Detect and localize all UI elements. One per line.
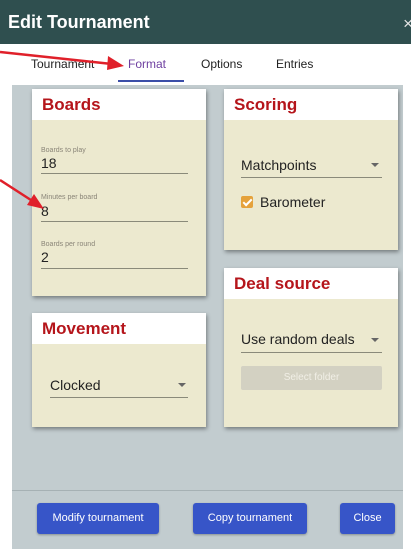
boards-card-header: Boards — [32, 89, 206, 120]
dialog-title: Edit Tournament — [8, 12, 150, 32]
movement-card-header: Movement — [32, 313, 206, 344]
boards-per-round-underline — [41, 268, 188, 269]
tab-options[interactable]: Options — [201, 57, 242, 71]
active-tab-indicator — [118, 80, 184, 82]
close-button[interactable]: Close — [340, 503, 395, 534]
chevron-down-icon — [178, 383, 186, 387]
chevron-down-icon — [371, 338, 379, 342]
deal-source-value: Use random deals — [241, 331, 355, 347]
annotation-arrow-icon — [0, 178, 44, 209]
movement-value: Clocked — [50, 377, 101, 393]
scoring-card: Scoring Matchpoints Barometer — [224, 89, 398, 250]
tab-format[interactable]: Format — [128, 57, 166, 71]
scoring-method-underline — [241, 177, 382, 178]
title-bar: Edit Tournament × — [0, 0, 411, 44]
dialog-footer: Modify tournament Copy tournament Close — [12, 490, 403, 549]
boards-to-play-input[interactable]: 18 — [41, 155, 57, 171]
modify-tournament-button[interactable]: Modify tournament — [37, 503, 159, 534]
boards-to-play-underline — [41, 173, 188, 174]
boards-per-round-label: Boards per round — [41, 241, 96, 248]
deal-source-card-header: Deal source — [224, 268, 398, 299]
annotation-arrow-icon — [0, 50, 124, 70]
format-panel: Boards Boards to play 18 Minutes per boa… — [12, 85, 403, 490]
deal-source-card-title: Deal source — [234, 274, 331, 293]
scoring-card-title: Scoring — [234, 95, 298, 114]
tab-entries[interactable]: Entries — [276, 57, 313, 71]
deal-source-card: Deal source Use random deals Select fold… — [224, 268, 398, 427]
select-folder-button[interactable]: Select folder — [241, 366, 382, 390]
minutes-per-board-underline — [41, 221, 188, 222]
movement-card-title: Movement — [42, 319, 127, 338]
chevron-down-icon — [371, 163, 379, 167]
copy-tournament-button[interactable]: Copy tournament — [193, 503, 307, 534]
scoring-method-value: Matchpoints — [241, 157, 317, 173]
scoring-card-header: Scoring — [224, 89, 398, 120]
boards-card: Boards Boards to play 18 Minutes per boa… — [32, 89, 206, 296]
movement-underline — [50, 397, 188, 398]
close-icon[interactable]: × — [403, 14, 411, 34]
deal-source-underline — [241, 352, 382, 353]
movement-card: Movement Clocked — [32, 313, 206, 427]
boards-to-play-label: Boards to play — [41, 147, 86, 154]
barometer-label[interactable]: Barometer — [260, 194, 325, 210]
boards-card-title: Boards — [42, 95, 101, 114]
boards-per-round-input[interactable]: 2 — [41, 249, 49, 265]
barometer-checkbox[interactable] — [241, 196, 253, 208]
